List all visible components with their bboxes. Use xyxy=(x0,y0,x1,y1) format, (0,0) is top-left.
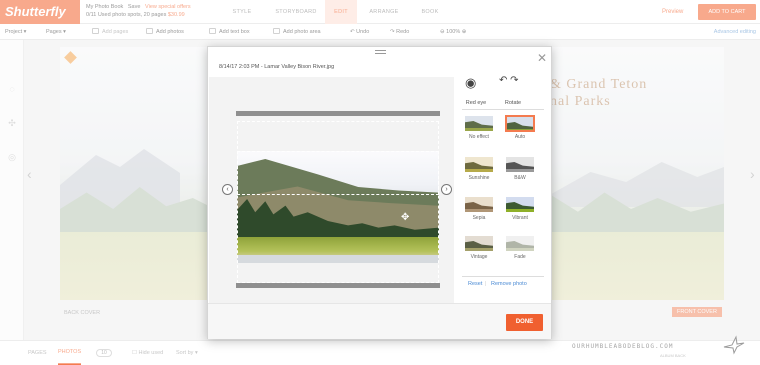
filter-option[interactable]: Vibrant xyxy=(503,196,537,221)
filter-thumbnail[interactable] xyxy=(464,196,494,213)
thumbnail-grass xyxy=(465,209,493,212)
rotate-label[interactable]: Rotate xyxy=(493,100,533,106)
filter-thumbnail[interactable] xyxy=(505,156,535,173)
filter-thumbnail[interactable] xyxy=(464,235,494,252)
filter-option[interactable]: Sunshine xyxy=(462,156,496,181)
filter-option[interactable]: Vintage xyxy=(462,235,496,260)
dialog-footer: DONE xyxy=(208,303,551,339)
close-icon[interactable]: ✕ xyxy=(537,52,547,64)
crop-boundary xyxy=(237,121,439,283)
link-separator: | xyxy=(485,281,487,287)
filter-option[interactable]: Auto xyxy=(503,115,537,140)
remove-photo-link[interactable]: Remove photo xyxy=(491,281,527,287)
filter-label: Vintage xyxy=(470,254,488,260)
thumbnail-grass xyxy=(465,128,493,131)
filter-label: Sunshine xyxy=(468,175,490,181)
photo-filename: 8/14/17 2:03 PM - Lamar Valley Bison Riv… xyxy=(219,64,335,70)
filter-label: Vibrant xyxy=(512,215,528,221)
filter-label: No effect xyxy=(469,134,489,140)
crop-handle-top[interactable] xyxy=(236,111,440,116)
filter-label: Fade xyxy=(514,254,526,260)
crop-handle-bottom[interactable] xyxy=(236,283,440,288)
drag-handle-icon[interactable] xyxy=(375,50,386,54)
thumbnail-grass xyxy=(465,248,493,251)
red-eye-label[interactable]: Red eye xyxy=(456,100,496,106)
thumbnail-grass xyxy=(506,209,534,212)
prev-photo-icon[interactable]: ‹ xyxy=(222,184,233,195)
thumbnail-grass xyxy=(506,169,534,172)
panel-divider xyxy=(462,109,544,110)
move-cursor-icon[interactable]: ✥ xyxy=(401,212,409,223)
filter-thumbnail[interactable] xyxy=(464,115,494,132)
rotate-icon[interactable]: ↶ ↷ xyxy=(499,75,519,86)
panel-divider-bottom xyxy=(462,276,544,277)
filter-thumbnail[interactable] xyxy=(464,156,494,173)
filter-thumbnail[interactable] xyxy=(505,196,535,213)
photo-edit-dialog: ✕ 8/14/17 2:03 PM - Lamar Valley Bison R… xyxy=(207,46,552,339)
photo-edit-area: ‹ › ✥ xyxy=(209,77,454,303)
filter-option[interactable]: No effect xyxy=(462,115,496,140)
filter-option[interactable]: B&W xyxy=(503,156,537,181)
reset-link[interactable]: Reset xyxy=(468,281,482,287)
next-photo-icon[interactable]: › xyxy=(441,184,452,195)
filter-label: Sepia xyxy=(472,215,486,221)
eye-icon[interactable]: ◉ xyxy=(465,75,476,91)
crop-guide xyxy=(237,151,439,195)
filter-label: B&W xyxy=(514,175,526,181)
done-button[interactable]: DONE xyxy=(506,314,543,331)
filter-option[interactable]: Sepia xyxy=(462,196,496,221)
filter-thumbnail[interactable] xyxy=(505,235,535,252)
thumbnail-grass xyxy=(465,169,493,172)
thumbnail-grass xyxy=(507,129,533,130)
filter-label: Auto xyxy=(514,134,526,140)
thumbnail-grass xyxy=(506,248,534,251)
filter-thumbnail[interactable] xyxy=(505,115,535,132)
filter-option[interactable]: Fade xyxy=(503,235,537,260)
